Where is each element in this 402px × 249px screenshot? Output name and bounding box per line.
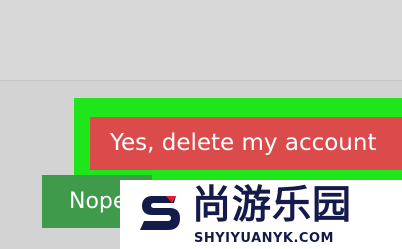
screen: Yes, delete my account Nope 尚游乐园 SHYIYUA… bbox=[0, 0, 402, 249]
watermark-brand: 尚游乐园 bbox=[192, 183, 353, 228]
header-area bbox=[0, 0, 402, 80]
watermark: 尚游乐园 SHYIYUANYK.COM bbox=[120, 180, 402, 249]
watermark-url: SHYIYUANYK.COM bbox=[194, 231, 334, 246]
delete-account-button[interactable]: Yes, delete my account bbox=[90, 117, 402, 170]
s-logo-icon bbox=[140, 196, 180, 230]
